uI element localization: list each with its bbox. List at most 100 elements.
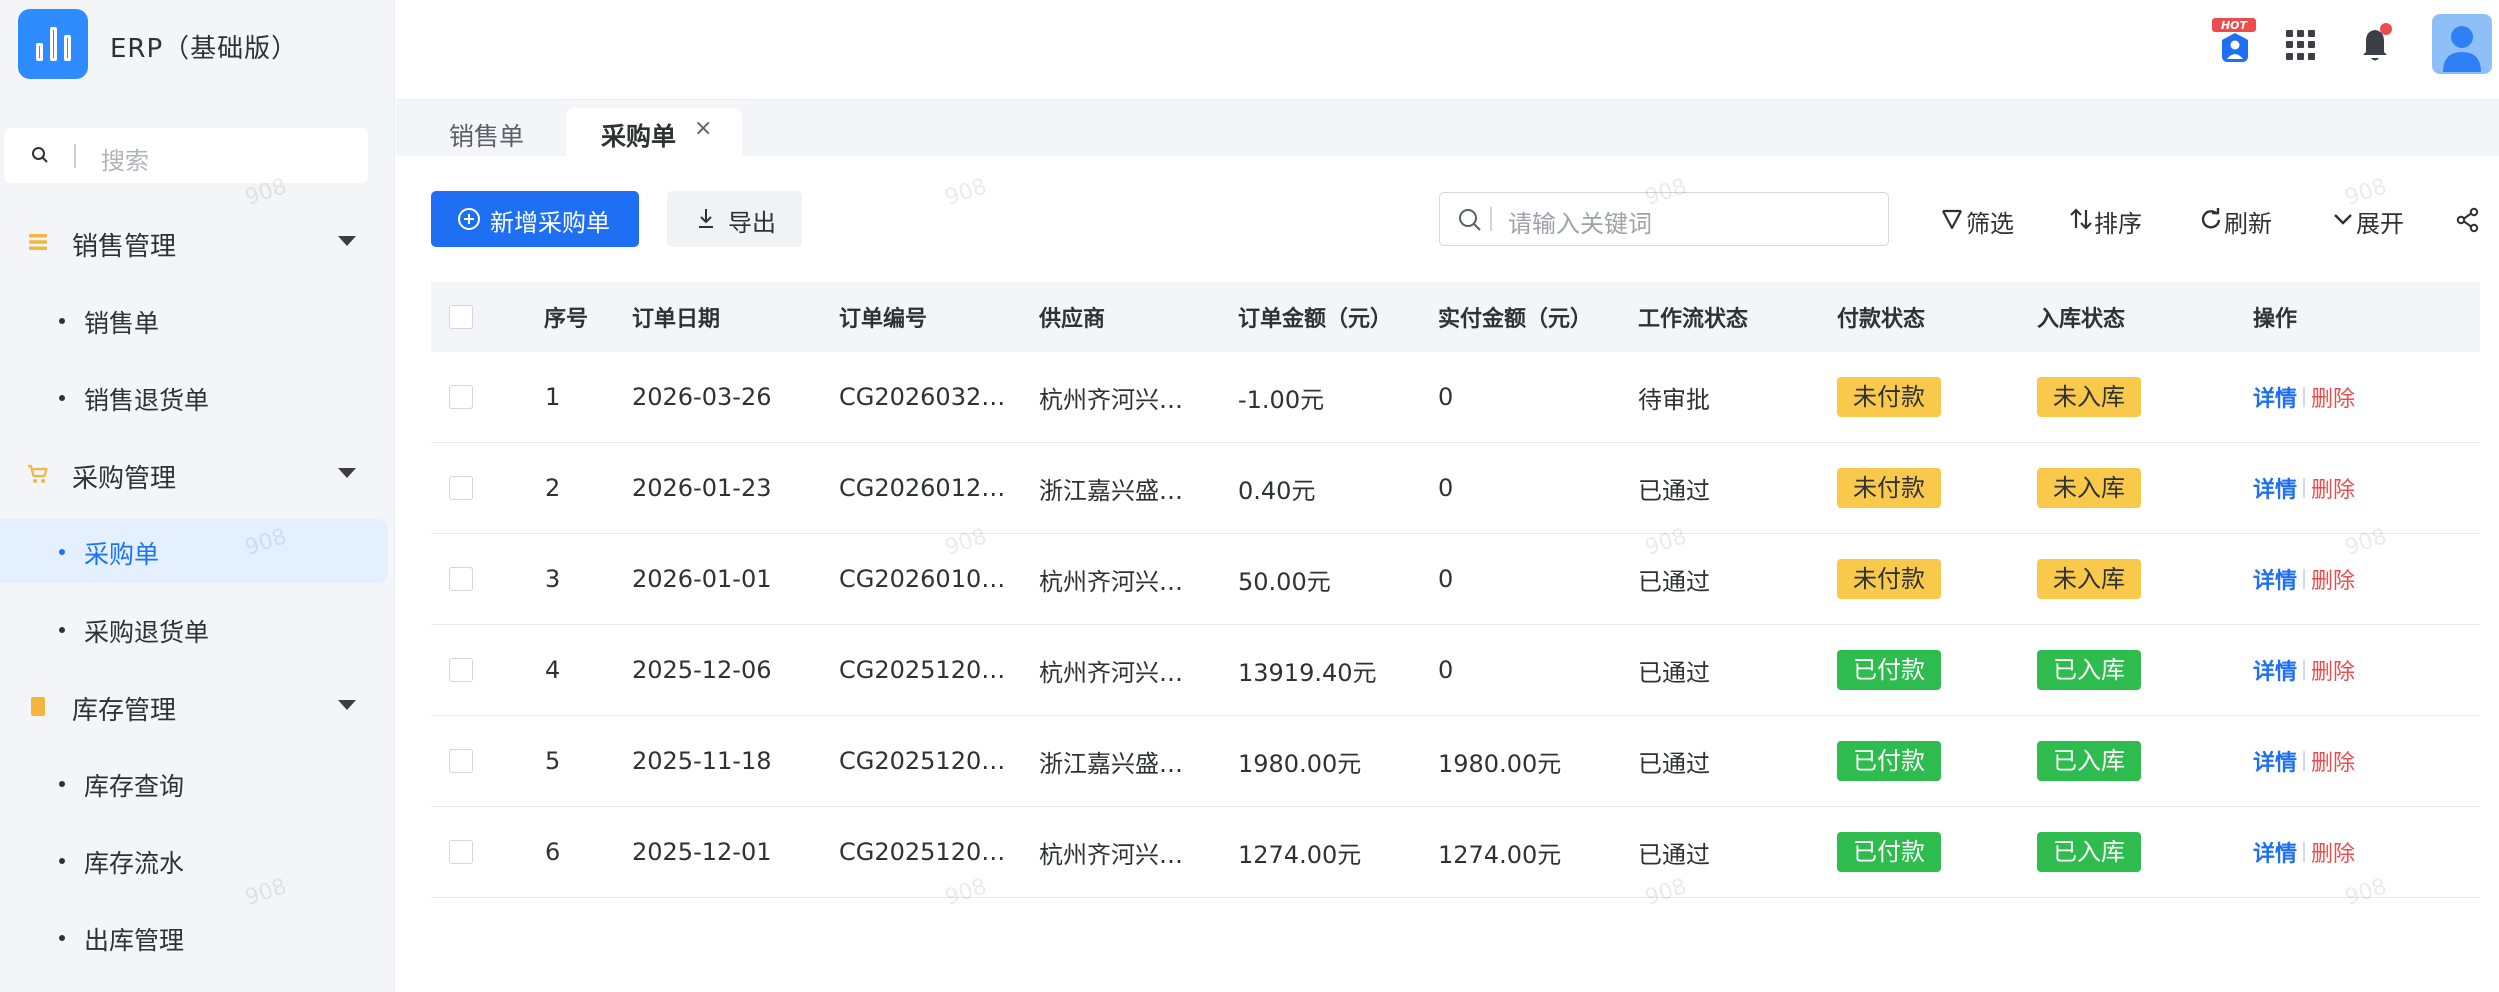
- delete-link[interactable]: 删除: [2311, 563, 2355, 595]
- sidebar-item-outbound[interactable]: 出库管理: [0, 905, 388, 969]
- list-icon: [29, 234, 47, 250]
- sidebar-item-label: 库存流水: [84, 849, 185, 878]
- close-icon[interactable]: ×: [694, 116, 712, 141]
- delete-link[interactable]: 删除: [2311, 472, 2355, 504]
- cell-no: 6: [545, 838, 561, 866]
- export-button[interactable]: 导出: [667, 191, 802, 247]
- column-header: 实付金额（元）: [1438, 307, 1593, 332]
- cell-amount: 1980.00元: [1238, 749, 1362, 778]
- cell-date: 2025-11-18: [632, 747, 772, 775]
- sidebar-search-input[interactable]: 搜索: [4, 128, 368, 183]
- bullet-dot: [59, 935, 65, 941]
- sidebar-item-label: 出库管理: [84, 926, 185, 955]
- sidebar: ERP（基础版） 搜索 销售管理 销售单 销售退货单 采购管理 采购单 采购退货…: [0, 0, 395, 992]
- row-checkbox[interactable]: [449, 840, 473, 864]
- bell-icon[interactable]: [2358, 22, 2394, 64]
- table-row: 2 2026-01-23 CG2026012… 浙江嘉兴盛… 0.40元 0 已…: [431, 443, 2480, 534]
- brand: ERP（基础版）: [0, 0, 395, 92]
- detail-link[interactable]: 详情: [2253, 836, 2297, 868]
- bullet-dot: [59, 395, 65, 401]
- tab-bar: 销售单 采购单 ×: [396, 100, 2499, 156]
- sidebar-item-stock-query[interactable]: 库存查询: [0, 751, 388, 815]
- cell-supplier: 杭州齐河兴…: [1039, 840, 1183, 869]
- user-avatar-icon[interactable]: [2432, 14, 2492, 74]
- cell-date: 2026-01-23: [632, 474, 772, 502]
- cell-no: 3: [545, 565, 561, 593]
- select-all-checkbox[interactable]: [449, 305, 473, 329]
- menu-group-label: 库存管理: [72, 696, 177, 726]
- cart-icon: [28, 464, 48, 483]
- cell-date: 2025-12-06: [632, 656, 772, 684]
- row-checkbox[interactable]: [449, 385, 473, 409]
- menu-group-label: 销售管理: [72, 232, 177, 262]
- detail-link[interactable]: 详情: [2253, 563, 2297, 595]
- delete-link[interactable]: 删除: [2311, 381, 2355, 413]
- sidebar-item-label: 销售单: [84, 309, 160, 338]
- row-checkbox[interactable]: [449, 567, 473, 591]
- stock-status-badge: 未入库: [2037, 468, 2141, 508]
- cell-no: 1: [545, 383, 561, 411]
- cell-date: 2026-03-26: [632, 383, 772, 411]
- filter-label: 筛选: [1966, 210, 2014, 238]
- chevron-down-icon: [338, 236, 356, 246]
- action-divider: [2303, 569, 2306, 589]
- column-header: 订单金额（元）: [1238, 307, 1393, 332]
- stock-status-badge: 已入库: [2037, 832, 2141, 872]
- sort-label: 排序: [2094, 210, 2142, 238]
- payment-status-badge: 已付款: [1837, 832, 1941, 872]
- cell-workflow: 已通过: [1638, 658, 1710, 687]
- search-divider: [1490, 207, 1492, 231]
- sidebar-item-stock-flow[interactable]: 库存流水: [0, 828, 388, 892]
- plus-circle-icon: [458, 208, 480, 230]
- sidebar-item-purchase-order[interactable]: 采购单: [0, 519, 388, 583]
- menu-group-inventory[interactable]: 库存管理: [0, 674, 395, 738]
- button-label: 导出: [728, 209, 776, 237]
- delete-link[interactable]: 删除: [2311, 836, 2355, 868]
- detail-link[interactable]: 详情: [2253, 472, 2297, 504]
- sidebar-item-sales-order[interactable]: 销售单: [0, 288, 388, 352]
- table-row: 5 2025-11-18 CG2025120… 浙江嘉兴盛… 1980.00元 …: [431, 716, 2480, 807]
- cell-no: 2: [545, 474, 561, 502]
- cell-no: 4: [545, 656, 561, 684]
- refresh-label: 刷新: [2224, 210, 2272, 238]
- cell-paid: 0: [1438, 656, 1454, 684]
- detail-link[interactable]: 详情: [2253, 381, 2297, 413]
- sidebar-item-label: 采购单: [84, 540, 160, 569]
- sidebar-item-label: 库存查询: [84, 772, 185, 801]
- bullet-dot: [59, 318, 65, 324]
- row-checkbox[interactable]: [449, 658, 473, 682]
- column-header: 订单编号: [839, 307, 928, 332]
- column-header: 工作流状态: [1638, 307, 1749, 332]
- chevron-down-icon: [338, 700, 356, 710]
- hot-user-icon[interactable]: HOT: [2210, 16, 2260, 66]
- bullet-dot: [59, 549, 65, 555]
- download-icon: [699, 209, 713, 228]
- search-icon: [32, 147, 48, 163]
- sidebar-item-label: 采购退货单: [84, 618, 210, 647]
- tab-sales-order[interactable]: 销售单: [449, 108, 524, 156]
- cell-date: 2026-01-01: [632, 565, 772, 593]
- delete-link[interactable]: 删除: [2311, 654, 2355, 686]
- tab-label: 采购单: [601, 122, 677, 151]
- detail-link[interactable]: 详情: [2253, 745, 2297, 777]
- keyword-search-placeholder: 请输入关键词: [1508, 210, 1652, 238]
- row-checkbox[interactable]: [449, 749, 473, 773]
- delete-link[interactable]: 删除: [2311, 745, 2355, 777]
- apps-grid-icon[interactable]: [2286, 30, 2316, 60]
- button-label: 新增采购单: [490, 209, 610, 237]
- detail-link[interactable]: 详情: [2253, 654, 2297, 686]
- search-divider: [74, 144, 76, 168]
- add-purchase-order-button[interactable]: 新增采购单: [431, 191, 639, 247]
- share-icon[interactable]: [2455, 207, 2481, 233]
- row-checkbox[interactable]: [449, 476, 473, 500]
- menu-group-purchase[interactable]: 采购管理: [0, 442, 395, 506]
- sidebar-item-purchase-return[interactable]: 采购退货单: [0, 597, 388, 661]
- sidebar-item-sales-return[interactable]: 销售退货单: [0, 365, 388, 429]
- expand-label: 展开: [2356, 210, 2404, 238]
- action-divider: [2303, 387, 2306, 407]
- menu-group-sales[interactable]: 销售管理: [0, 210, 395, 274]
- action-divider: [2303, 842, 2306, 862]
- payment-status-badge: 已付款: [1837, 741, 1941, 781]
- tab-purchase-order[interactable]: 采购单 ×: [566, 108, 742, 156]
- cell-supplier: 浙江嘉兴盛…: [1039, 749, 1183, 778]
